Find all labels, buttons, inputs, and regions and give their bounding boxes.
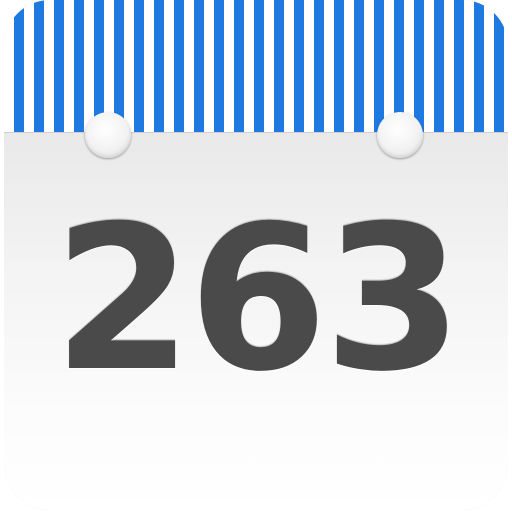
icon-number-label: 263 [53, 183, 462, 416]
striped-header [4, 0, 508, 140]
calendar-app-icon[interactable]: 263 [4, 0, 508, 510]
binder-ring-left-icon [85, 112, 131, 158]
binder-ring-right-icon [377, 112, 423, 158]
